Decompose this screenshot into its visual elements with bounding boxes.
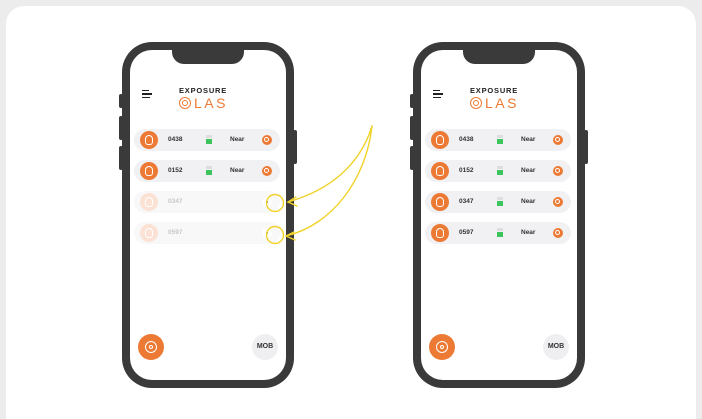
- watch-icon: [140, 131, 158, 149]
- app-screen: EXPOSURE LAS 0438 Near 0152 Near 0347 05…: [130, 50, 286, 380]
- target-button[interactable]: [138, 334, 164, 360]
- watch-icon: [140, 193, 158, 211]
- device-row[interactable]: 0152 Near: [425, 160, 571, 182]
- signal-indicator: [497, 228, 503, 237]
- target-icon[interactable]: [553, 166, 563, 176]
- device-id: 0597: [459, 229, 474, 236]
- phone-notch: [172, 50, 244, 64]
- device-row[interactable]: 0347: [134, 191, 280, 213]
- device-id: 0438: [168, 136, 183, 143]
- watch-icon: [140, 162, 158, 180]
- target-icon[interactable]: [262, 135, 272, 145]
- target-icon[interactable]: [553, 228, 563, 238]
- target-icon[interactable]: [553, 135, 563, 145]
- watch-icon: [140, 224, 158, 242]
- app-screen: EXPOSURE LAS 0438 Near 0152 Near 0347 Ne…: [421, 50, 577, 380]
- device-proximity: Near: [521, 198, 536, 205]
- target-button[interactable]: [429, 334, 455, 360]
- device-id: 0152: [459, 167, 474, 174]
- device-proximity: Near: [230, 167, 245, 174]
- mob-button[interactable]: MOB: [252, 334, 278, 360]
- app-logo: EXPOSURE LAS: [179, 86, 228, 111]
- signal-indicator: [206, 166, 212, 175]
- watch-icon: [431, 162, 449, 180]
- device-row[interactable]: 0152 Near: [134, 160, 280, 182]
- hamburger-icon[interactable]: [433, 90, 443, 98]
- device-proximity: Near: [521, 136, 536, 143]
- device-id: 0438: [459, 136, 474, 143]
- signal-indicator: [497, 166, 503, 175]
- device-id: 0347: [459, 198, 474, 205]
- target-icon: [179, 97, 191, 109]
- device-proximity: Near: [521, 167, 536, 174]
- device-row[interactable]: 0597 Near: [425, 222, 571, 244]
- device-id: 0152: [168, 167, 183, 174]
- device-proximity: Near: [230, 136, 245, 143]
- target-icon[interactable]: [262, 166, 272, 176]
- signal-indicator: [497, 135, 503, 144]
- device-row[interactable]: 0597: [134, 222, 280, 244]
- device-row[interactable]: 0438 Near: [134, 129, 280, 151]
- device-id: 0347: [168, 198, 183, 205]
- target-icon: [470, 97, 482, 109]
- signal-indicator: [497, 197, 503, 206]
- signal-indicator: [206, 135, 212, 144]
- target-icon[interactable]: [553, 197, 563, 207]
- device-proximity: Near: [521, 229, 536, 236]
- inactive-dot-icon[interactable]: [262, 197, 272, 207]
- illustration-card: [6, 6, 696, 419]
- phone-notch: [463, 50, 535, 64]
- device-id: 0597: [168, 229, 183, 236]
- phone-before: EXPOSURE LAS 0438 Near 0152 Near 0347 05…: [119, 42, 297, 388]
- watch-icon: [431, 131, 449, 149]
- device-row[interactable]: 0438 Near: [425, 129, 571, 151]
- hamburger-icon[interactable]: [142, 90, 152, 98]
- phone-after: EXPOSURE LAS 0438 Near 0152 Near 0347 Ne…: [410, 42, 588, 388]
- mob-button[interactable]: MOB: [543, 334, 569, 360]
- inactive-dot-icon[interactable]: [262, 228, 272, 238]
- app-logo: EXPOSURE LAS: [470, 86, 519, 111]
- device-row[interactable]: 0347 Near: [425, 191, 571, 213]
- watch-icon: [431, 193, 449, 211]
- watch-icon: [431, 224, 449, 242]
